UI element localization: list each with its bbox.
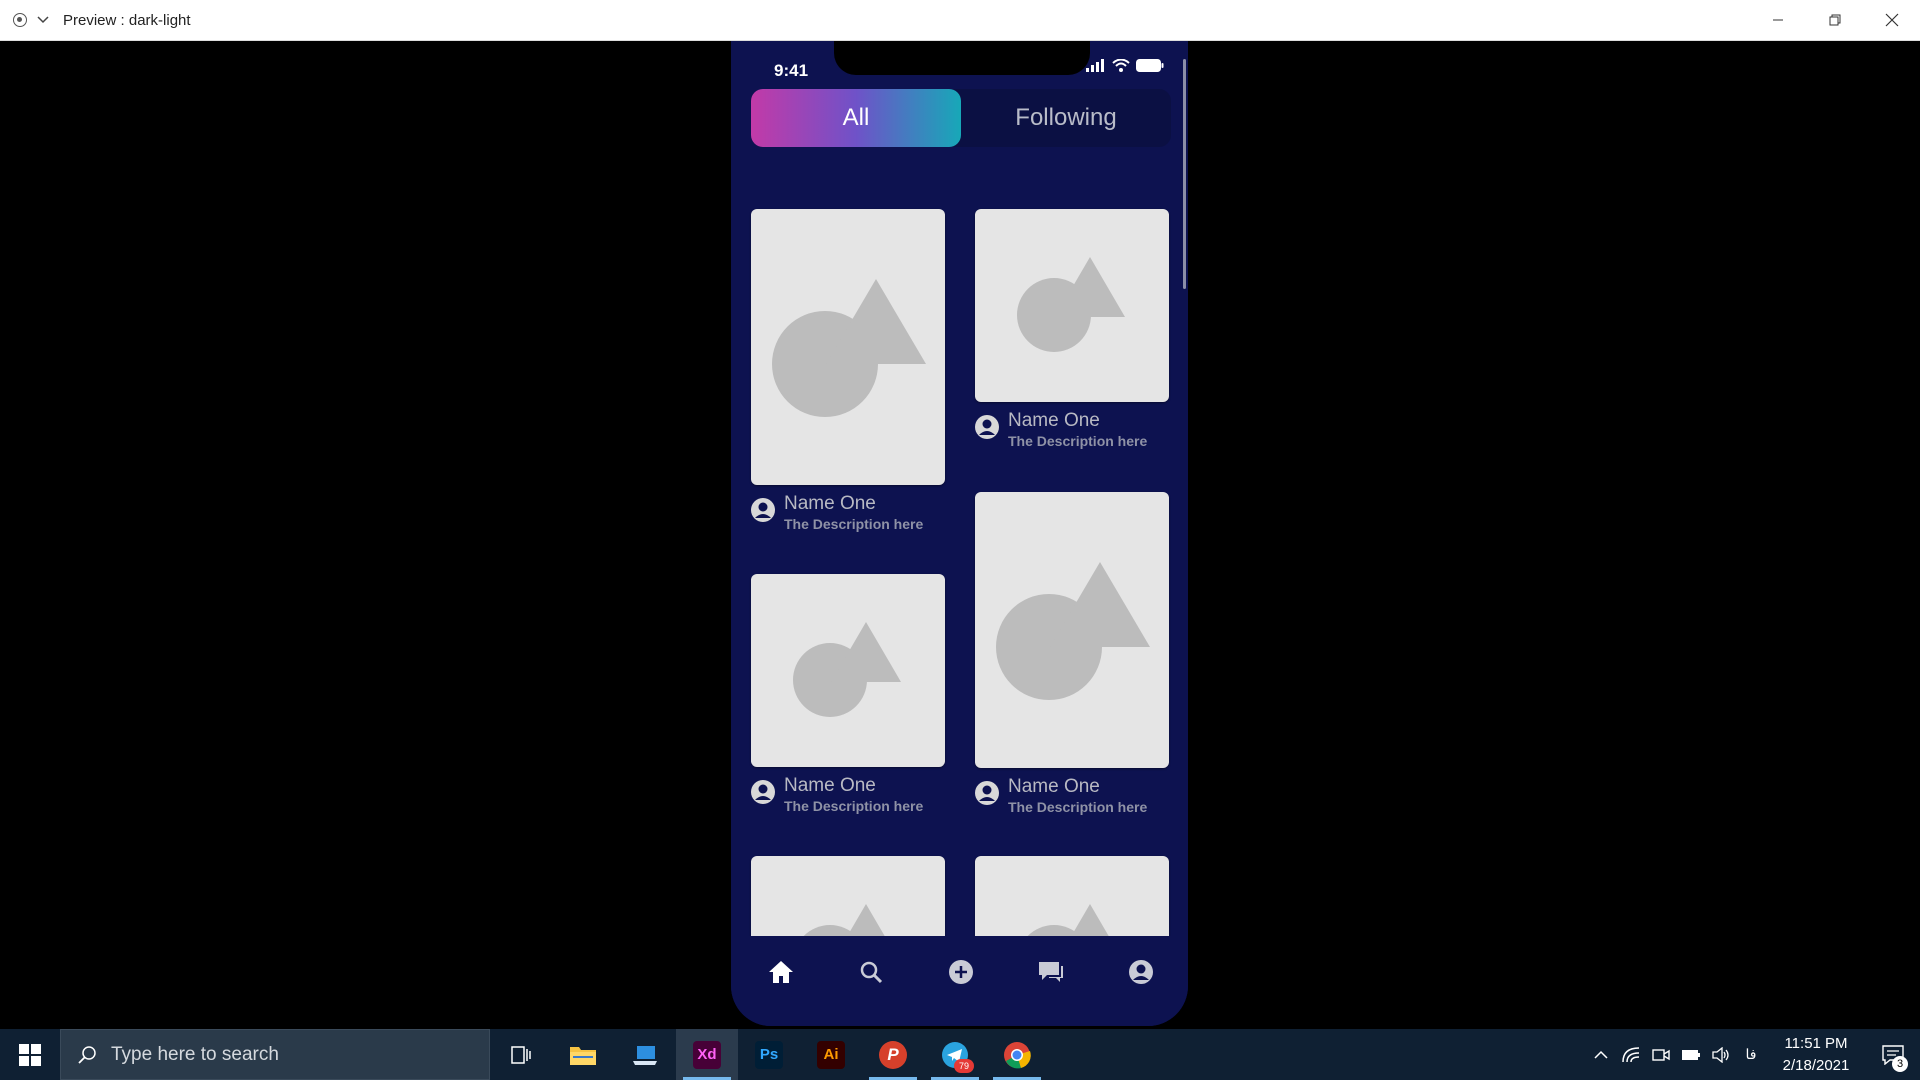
- chevron-up-icon: [1594, 1050, 1608, 1059]
- image-placeholder-icon: [975, 492, 1169, 768]
- card-name: Name One: [1008, 410, 1100, 431]
- chrome-button[interactable]: [986, 1029, 1048, 1080]
- card-description: The Description here: [1008, 799, 1148, 815]
- avatar-icon: [975, 415, 999, 439]
- post-card[interactable]: [751, 856, 945, 936]
- nav-messages[interactable]: [1033, 954, 1069, 990]
- taskbar-search[interactable]: Type here to search: [60, 1029, 490, 1080]
- tab-following[interactable]: Following: [961, 89, 1171, 147]
- task-view-icon: [511, 1045, 531, 1064]
- feed-grid: Name One The Description here Name One T…: [731, 165, 1188, 936]
- action-center-button[interactable]: 3: [1866, 1029, 1920, 1080]
- desktop-app-button[interactable]: [614, 1029, 676, 1080]
- desktop-app-icon: [633, 1045, 657, 1065]
- clock[interactable]: 11:51 PM 2/18/2021: [1766, 1033, 1866, 1077]
- search-icon: [860, 961, 883, 984]
- status-icons: [1086, 59, 1164, 72]
- telegram-badge: 79: [954, 1059, 974, 1073]
- card-name: Name One: [784, 775, 876, 796]
- battery-icon: [1136, 59, 1164, 72]
- adobe-xd-button[interactable]: Xd: [676, 1029, 738, 1080]
- illustrator-icon: Ai: [817, 1040, 845, 1069]
- windows-logo-icon: [19, 1043, 41, 1066]
- clock-time: 11:51 PM: [1784, 1034, 1848, 1052]
- phone-frame: 9:41 All Following Name One The Descript…: [731, 41, 1188, 1026]
- p-app-button[interactable]: P: [862, 1029, 924, 1080]
- profile-icon: [1129, 960, 1153, 984]
- post-card[interactable]: [975, 856, 1169, 936]
- meet-now-button[interactable]: [1646, 1029, 1676, 1080]
- language-label: فا: [1745, 1046, 1757, 1062]
- post-card[interactable]: Name One The Description here: [975, 492, 1169, 816]
- chat-icon: [1039, 962, 1063, 982]
- illustrator-button[interactable]: Ai: [800, 1029, 862, 1080]
- wifi-icon: [1112, 59, 1130, 72]
- image-placeholder-icon: [751, 856, 945, 936]
- avatar-icon: [751, 780, 775, 804]
- minimize-button[interactable]: [1749, 0, 1806, 40]
- home-icon: [769, 961, 793, 983]
- card-description: The Description here: [784, 516, 924, 532]
- adobe-xd-icon: Xd: [693, 1040, 721, 1069]
- tray-overflow-button[interactable]: [1586, 1029, 1616, 1080]
- record-icon[interactable]: [13, 13, 27, 27]
- nav-home[interactable]: [763, 954, 799, 990]
- windows-taskbar: Type here to search Xd Ps Ai P 79 فا 11:…: [0, 1029, 1920, 1080]
- image-placeholder-icon: [975, 209, 1169, 402]
- folder-icon: [570, 1046, 596, 1065]
- battery-button[interactable]: [1676, 1029, 1706, 1080]
- start-button[interactable]: [0, 1029, 60, 1080]
- volume-icon: [1712, 1046, 1729, 1063]
- card-name: Name One: [1008, 776, 1100, 797]
- avatar-icon: [975, 781, 999, 805]
- signal-icon: [1086, 59, 1104, 72]
- notification-count: 3: [1892, 1056, 1908, 1072]
- search-icon: [78, 1045, 96, 1064]
- language-button[interactable]: فا: [1736, 1029, 1766, 1080]
- close-button[interactable]: [1863, 0, 1920, 40]
- network-button[interactable]: [1616, 1029, 1646, 1080]
- card-description: The Description here: [1008, 433, 1148, 449]
- search-placeholder: Type here to search: [111, 1043, 279, 1065]
- post-card[interactable]: Name One The Description here: [751, 209, 945, 533]
- phone-notch: [834, 41, 1090, 75]
- nav-add[interactable]: [943, 954, 979, 990]
- photoshop-button[interactable]: Ps: [738, 1029, 800, 1080]
- system-tray: فا 11:51 PM 2/18/2021 3: [1586, 1029, 1920, 1080]
- p-app-icon: P: [879, 1040, 907, 1069]
- feed-tabs: All Following: [751, 89, 1171, 147]
- post-card[interactable]: Name One The Description here: [975, 209, 1169, 450]
- nav-profile[interactable]: [1123, 954, 1159, 990]
- bottom-nav: [731, 936, 1188, 1026]
- image-placeholder-icon: [975, 856, 1169, 936]
- card-description: The Description here: [784, 798, 924, 814]
- battery-icon: [1682, 1049, 1700, 1060]
- telegram-button[interactable]: 79: [924, 1029, 986, 1080]
- clock-date: 2/18/2021: [1782, 1056, 1850, 1074]
- file-explorer-button[interactable]: [552, 1029, 614, 1080]
- avatar-icon: [751, 498, 775, 522]
- window-title: Preview : dark-light: [63, 11, 191, 29]
- tab-all[interactable]: All: [751, 89, 961, 147]
- network-icon: [1622, 1046, 1640, 1062]
- restore-button[interactable]: [1806, 0, 1863, 40]
- add-circle-icon: [949, 960, 973, 984]
- camera-icon: [1652, 1048, 1670, 1061]
- image-placeholder-icon: [751, 574, 945, 767]
- window-title-bar: Preview : dark-light: [0, 0, 1920, 41]
- nav-search[interactable]: [853, 954, 889, 990]
- status-time: 9:41: [774, 61, 809, 80]
- image-placeholder-icon: [751, 209, 945, 485]
- post-card[interactable]: Name One The Description here: [751, 574, 945, 815]
- photoshop-icon: Ps: [755, 1040, 783, 1069]
- task-view-button[interactable]: [490, 1029, 552, 1080]
- volume-button[interactable]: [1706, 1029, 1736, 1080]
- card-name: Name One: [784, 493, 876, 514]
- preview-stage: 9:41 All Following Name One The Descript…: [0, 41, 1920, 1029]
- chrome-icon: [1004, 1041, 1031, 1068]
- chevron-down-icon[interactable]: [37, 14, 49, 26]
